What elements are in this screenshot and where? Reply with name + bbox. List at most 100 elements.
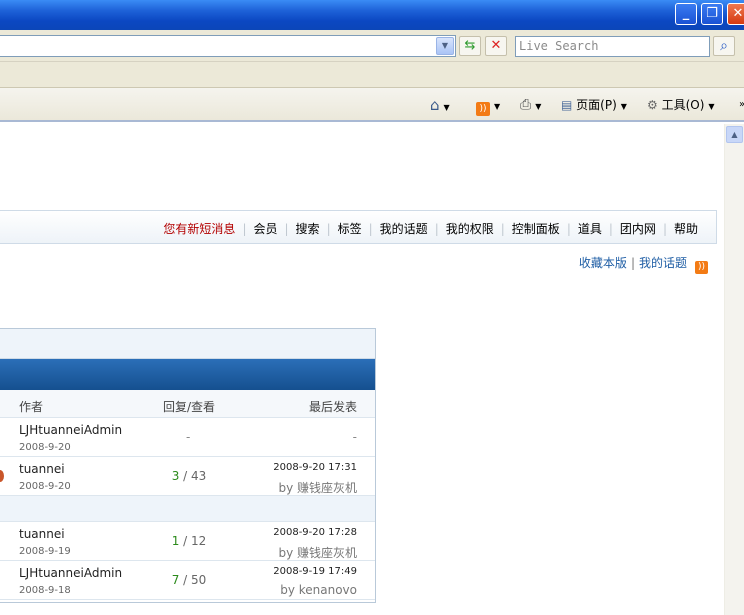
thread-author[interactable]: LJHtuanneiAdmin xyxy=(19,566,122,580)
page-menu-button[interactable]: ▤ 页面(P) ▼ xyxy=(561,96,627,114)
count-separator: / xyxy=(179,573,192,587)
address-dropdown-button[interactable]: ▼ xyxy=(436,37,454,55)
last-post-author[interactable]: by 赚钱座灰机 xyxy=(278,479,357,496)
links-bar xyxy=(0,62,744,88)
thread-author[interactable]: tuannei xyxy=(19,462,65,476)
stop-icon: ✕ xyxy=(490,38,502,53)
table-row[interactable]: tuannei 2008-9-20 3 / 43 2008-9-20 17:31 by … xyxy=(0,457,375,496)
vertical-scrollbar[interactable]: ▲ xyxy=(724,124,744,615)
address-input[interactable] xyxy=(0,35,456,57)
refresh-icon: ⇆ xyxy=(464,38,476,53)
reply-view-count: 7 / 50 xyxy=(150,573,228,587)
page-icon: ▤ xyxy=(561,98,573,112)
count-separator: / xyxy=(179,534,192,548)
nav-separator: | xyxy=(326,222,331,236)
nav-separator: | xyxy=(608,222,613,236)
close-button[interactable]: ✕ xyxy=(727,3,744,25)
nav-item[interactable]: 团内网 xyxy=(620,222,656,236)
restore-icon: ❐ xyxy=(706,6,718,21)
nav-item[interactable]: 道具 xyxy=(578,222,602,236)
column-header-row: 作者 回复/查看 最后发表 xyxy=(0,390,375,418)
last-post-time[interactable]: 2008-9-19 17:49 xyxy=(273,566,357,577)
home-button[interactable]: ⌂ ▼ xyxy=(430,96,450,114)
last-post-time[interactable]: 2008-9-20 17:28 xyxy=(273,527,357,538)
scroll-up-button[interactable]: ▲ xyxy=(726,126,743,143)
thread-date: 2008-9-18 xyxy=(19,585,71,596)
restore-button[interactable]: ❐ xyxy=(701,3,723,25)
nav-item[interactable]: 搜索 xyxy=(296,222,320,236)
table-header-bar xyxy=(0,359,375,390)
chevron-down-icon: ▼ xyxy=(441,41,449,50)
nav-item[interactable]: 我的话题 xyxy=(380,222,428,236)
table-row[interactable]: LJHtuanneiAdmin 2008-9-20 - - xyxy=(0,418,375,457)
chevron-down-icon: ▼ xyxy=(443,103,450,112)
forum-subnav: 收藏本版 | 我的话题)) xyxy=(579,254,708,274)
thread-date: 2008-9-20 xyxy=(19,442,71,453)
count-separator: / xyxy=(179,469,192,483)
table-row[interactable]: LJHtuanneiAdmin 2008-9-18 7 / 50 2008-9-19 … xyxy=(0,561,375,600)
search-icon: ⌕ xyxy=(720,38,728,54)
nav-separator: | xyxy=(242,222,247,236)
my-topics-link[interactable]: 我的话题 xyxy=(639,256,687,270)
reply-view-count: 1 / 12 xyxy=(150,534,228,548)
bookmark-link[interactable]: 收藏本版 xyxy=(579,256,627,270)
window-title-bar[interactable]: _ ❐ ✕ xyxy=(0,0,744,30)
refresh-button[interactable]: ⇆ xyxy=(459,36,481,56)
nav-separator: | xyxy=(368,222,373,236)
print-button[interactable]: ⎙ ▼ xyxy=(520,96,541,114)
web-page: 您有新短消息 | 会员 | 搜索 | 标签 | 我的话题 | 我的权限 | 控制面板 | 道具 | 团内网 | 帮助… xyxy=(0,124,724,615)
nav-item[interactable]: 我的权限 xyxy=(446,222,494,236)
tools-menu-button[interactable]: ⚙ 工具(O) ▼ xyxy=(647,96,715,114)
column-header-replies: 回复/查看 xyxy=(162,400,216,414)
chevron-down-icon: ▼ xyxy=(535,102,542,111)
nav-separator: | xyxy=(566,222,571,236)
nav-item[interactable]: 帮助 xyxy=(674,222,698,236)
nav-item[interactable]: 标签 xyxy=(338,222,362,236)
last-post-time[interactable]: 2008-9-20 17:31 xyxy=(273,462,357,473)
forum-nav-bar: 您有新短消息 | 会员 | 搜索 | 标签 | 我的话题 | 我的权限 | 控制面板 | 道具 | 团内网 | 帮助 xyxy=(0,210,717,244)
search-input[interactable]: Live Search xyxy=(515,36,710,57)
view-count: 43 xyxy=(191,469,207,483)
minimize-icon: _ xyxy=(682,6,690,21)
table-row[interactable]: tuannei 2008-9-19 1 / 12 2008-9-20 17:28 by … xyxy=(0,522,375,561)
last-post-author[interactable]: by kenanovo xyxy=(280,583,357,597)
tools-menu-label: 工具(O) xyxy=(661,98,705,112)
home-icon: ⌂ xyxy=(430,96,440,114)
thread-author[interactable]: tuannei xyxy=(19,527,65,541)
nav-item[interactable]: 会员 xyxy=(253,222,277,236)
page-menu-label: 页面(P) xyxy=(576,98,617,112)
reply-view-count: - xyxy=(186,430,191,444)
rss-icon[interactable]: )) xyxy=(695,261,708,274)
stop-button[interactable]: ✕ xyxy=(485,36,507,56)
column-header-last-post: 最后发表 xyxy=(308,400,357,414)
minimize-button[interactable]: _ xyxy=(675,3,697,25)
rss-icon: )) xyxy=(476,102,490,116)
chevron-up-icon: ▲ xyxy=(731,130,738,139)
search-button[interactable]: ⌕ xyxy=(713,36,735,56)
thread-date: 2008-9-19 xyxy=(19,546,71,557)
chevron-down-icon: ▼ xyxy=(620,102,627,111)
nav-item[interactable]: 您有新短消息 xyxy=(163,222,235,236)
last-post-author[interactable]: by 赚钱座灰机 xyxy=(278,544,357,561)
close-icon: ✕ xyxy=(732,6,744,21)
thread-author[interactable]: LJHtuanneiAdmin xyxy=(19,423,122,437)
overflow-icon: » xyxy=(739,99,744,110)
column-header-author: 作者 xyxy=(19,400,44,414)
more-commands-button[interactable]: » xyxy=(739,96,744,114)
view-count: 50 xyxy=(191,573,207,587)
chevron-down-icon: ▼ xyxy=(494,102,501,111)
thread-status-icon xyxy=(0,470,4,482)
nav-separator: | xyxy=(284,222,289,236)
browser-window: _ ❐ ✕ ▼ ⇆ ✕ Live Search ⌕ ⌂ ▼ )) ▼ ⎙ ▼ ▤… xyxy=(0,0,744,615)
table-caption-bar xyxy=(0,329,375,359)
reply-view-count: 3 / 43 xyxy=(150,469,228,483)
view-count: 12 xyxy=(191,534,207,548)
feeds-button[interactable]: )) ▼ xyxy=(476,96,501,116)
printer-icon: ⎙ xyxy=(520,97,532,113)
section-divider-row xyxy=(0,496,375,522)
address-bar-row: ▼ ⇆ ✕ Live Search ⌕ xyxy=(0,30,744,62)
forum-nav-list: 您有新短消息 | 会员 | 搜索 | 标签 | 我的话题 | 我的权限 | 控制面板 | 道具 | 团内网 | 帮助 xyxy=(163,220,698,237)
nav-item[interactable]: 控制面板 xyxy=(512,222,560,236)
last-post-author: - xyxy=(352,430,357,444)
thread-table: 作者 回复/查看 最后发表 LJHtuanneiAdmin 2008-9-20 - -… xyxy=(0,328,376,603)
